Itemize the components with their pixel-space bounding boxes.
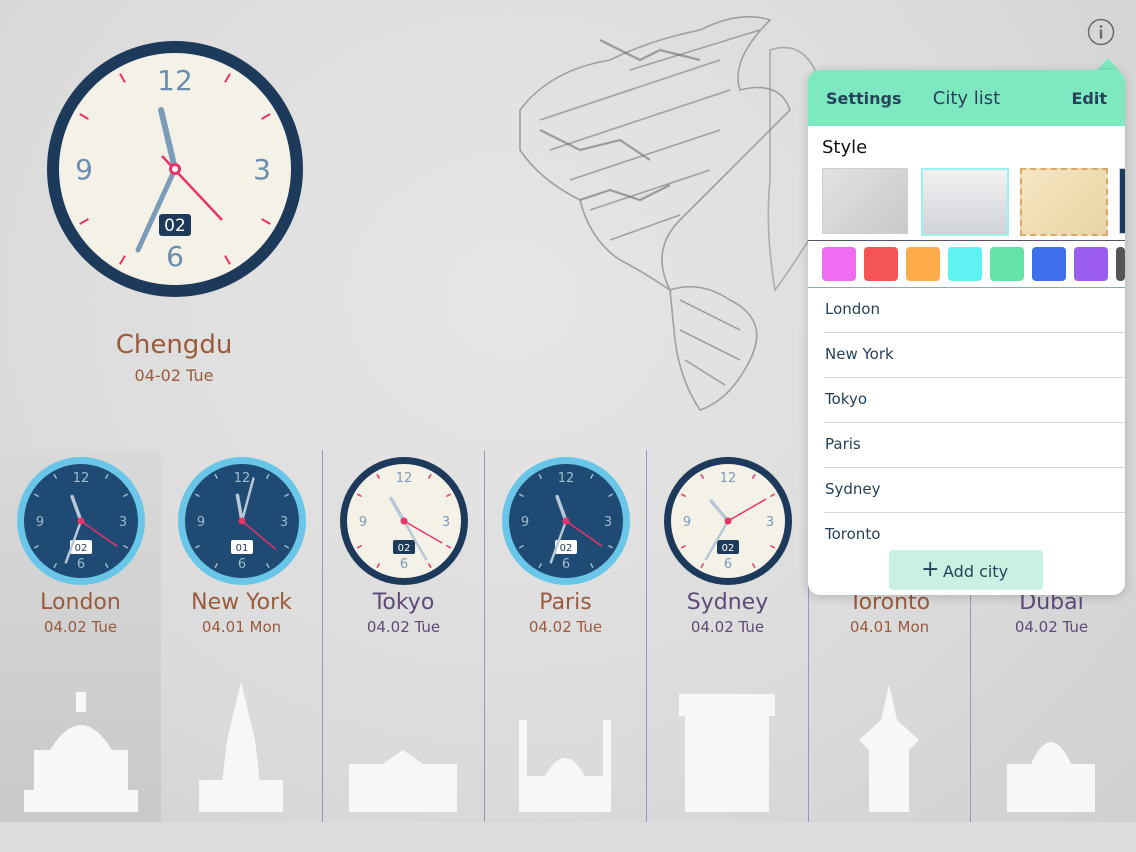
info-icon[interactable] (1087, 18, 1115, 46)
city-name: London (40, 590, 121, 615)
toronto-landmark (859, 684, 919, 812)
divider (808, 240, 1125, 241)
city-list-item[interactable]: Paris (824, 423, 1125, 468)
clock-numeral: 3 (604, 515, 612, 530)
clock-numeral: 6 (238, 557, 246, 572)
clock-numeral: 12 (558, 471, 575, 486)
numeral-12: 12 (157, 64, 193, 97)
clock-numeral: 9 (359, 515, 367, 530)
add-city-button[interactable]: + Add city (889, 550, 1043, 590)
city-column-london[interactable]: 12 3 6 9 02 London 04.02 Tue (0, 450, 161, 822)
city-name: New York (191, 590, 292, 615)
bottom-bar (0, 822, 1136, 852)
city-date: 04.02 Tue (690, 618, 765, 636)
date-badge: 02 (164, 216, 186, 236)
city-list: London New York Tokyo Paris Sydney Toron… (808, 288, 1125, 557)
paris-landmark (519, 720, 611, 812)
city-list-label: Paris (825, 435, 861, 453)
date-badge: 01 (236, 543, 249, 554)
dubai-landmark (1007, 742, 1095, 812)
color-swatch[interactable] (1074, 247, 1108, 281)
style-thumb-dark[interactable] (1119, 168, 1125, 234)
city-list-item[interactable]: London (824, 288, 1125, 333)
numeral-3: 3 (253, 153, 271, 186)
date-badge: 02 (560, 543, 573, 554)
add-city-label: Add city (943, 562, 1009, 581)
settings-button[interactable]: Settings (826, 89, 902, 108)
date-badge: 02 (398, 543, 411, 554)
city-list-item[interactable]: New York (824, 333, 1125, 378)
numeral-9: 9 (75, 153, 93, 186)
clock-numeral: 12 (234, 471, 251, 486)
city-list-label: New York (825, 345, 894, 363)
city-date: 04.01 Mon (201, 618, 282, 636)
city-clock: 12 3 6 9 01 (178, 457, 306, 585)
clock-numeral: 9 (197, 515, 205, 530)
numeral-6: 6 (166, 240, 184, 273)
style-thumbnails (822, 168, 1125, 236)
clock-numeral: 3 (280, 515, 288, 530)
city-date: 04.02 Tue (366, 618, 441, 636)
main-city-date: 04-02 Tue (134, 366, 214, 385)
london-landmark (24, 692, 138, 812)
city-clock: 12 3 6 9 02 (502, 457, 630, 585)
city-list-item[interactable]: Sydney (824, 468, 1125, 513)
city-name: Paris (539, 590, 592, 615)
city-list-item[interactable]: Tokyo (824, 378, 1125, 423)
clock-numeral: 9 (683, 515, 691, 530)
style-thumb-gray[interactable] (822, 168, 908, 234)
edit-button[interactable]: Edit (1071, 89, 1107, 108)
city-column-new-york[interactable]: 12 3 6 9 01 New York 04.01 Mon (161, 450, 322, 822)
main-city-name: Chengdu (115, 330, 233, 360)
plus-icon: + (921, 557, 940, 582)
city-column-paris[interactable]: 12 3 6 9 02 Paris 04.02 Tue (485, 450, 646, 822)
color-swatch[interactable] (1032, 247, 1066, 281)
city-date: 04.02 Tue (528, 618, 603, 636)
city-date: 04.01 Mon (849, 618, 930, 636)
color-swatches (822, 247, 1125, 281)
clock-numeral: 12 (73, 471, 90, 486)
date-badge: 02 (75, 543, 88, 554)
color-swatch[interactable] (990, 247, 1024, 281)
city-clock: 12 3 6 9 02 (664, 457, 792, 585)
clock-numeral: 6 (400, 557, 408, 572)
city-date: 04.02 Tue (43, 618, 118, 636)
city-name: Tokyo (372, 590, 435, 615)
color-swatch[interactable] (864, 247, 898, 281)
city-list-label: Toronto (825, 525, 881, 543)
clock-numeral: 3 (119, 515, 127, 530)
clock-numeral: 6 (724, 557, 732, 572)
style-thumb-vintage[interactable] (1020, 168, 1108, 236)
city-column-tokyo[interactable]: 12 3 6 9 02 Tokyo 04.02 Tue (323, 450, 484, 822)
color-swatch[interactable] (822, 247, 856, 281)
color-swatch-partial[interactable] (1116, 247, 1125, 281)
city-name: Sydney (686, 590, 769, 615)
new-york-landmark (199, 682, 283, 812)
clock-numeral: 9 (36, 515, 44, 530)
sydney-landmark (679, 694, 775, 812)
clock-numeral: 6 (562, 557, 570, 572)
city-column-sydney[interactable]: 12 3 6 9 02 Sydney 04.02 Tue (647, 450, 808, 822)
city-date: 04.02 Tue (1014, 618, 1089, 636)
clock-numeral: 12 (720, 471, 737, 486)
color-swatch[interactable] (906, 247, 940, 281)
main-clock: 12 3 6 9 02 (47, 41, 303, 297)
clock-numeral: 6 (77, 557, 85, 572)
color-swatch[interactable] (948, 247, 982, 281)
city-list-popover: City list Settings Edit Style London New… (808, 70, 1125, 595)
tokyo-landmark (349, 750, 457, 812)
clock-numeral: 9 (521, 515, 529, 530)
city-clock: 12 3 6 9 02 (340, 457, 468, 585)
city-list-label: London (825, 300, 880, 318)
style-label: Style (822, 137, 868, 158)
clock-numeral: 3 (442, 515, 450, 530)
popover-header: City list Settings Edit (808, 70, 1125, 126)
city-list-label: Tokyo (825, 390, 867, 408)
city-list-label: Sydney (825, 480, 881, 498)
clock-numeral: 3 (766, 515, 774, 530)
date-badge: 02 (722, 543, 735, 554)
city-clock: 12 3 6 9 02 (17, 457, 145, 585)
style-thumb-silver[interactable] (921, 168, 1009, 236)
clock-numeral: 12 (396, 471, 413, 486)
